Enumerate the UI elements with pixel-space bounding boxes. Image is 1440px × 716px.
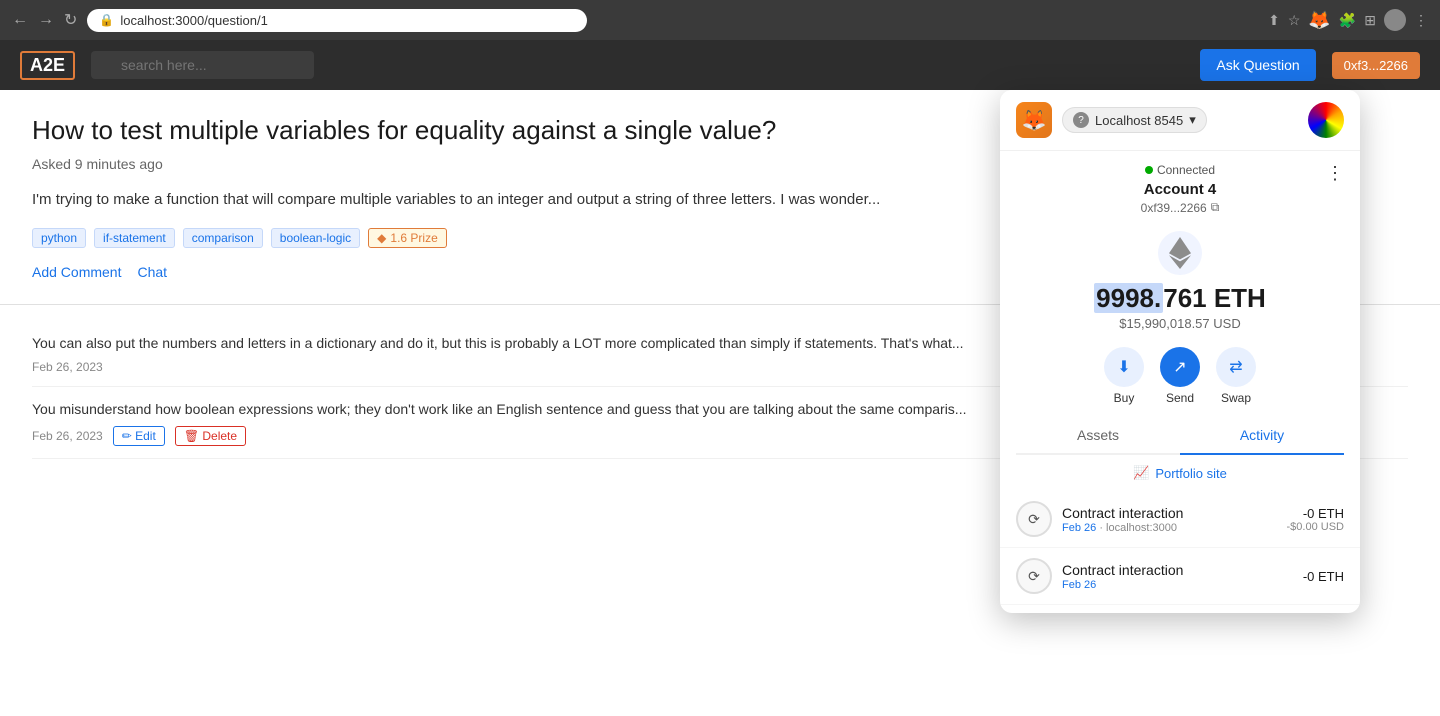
mm-account-addr: 0xf39...2266 ⧉ [1016, 200, 1344, 215]
mm-menu-button[interactable]: ⋮ [1326, 163, 1344, 184]
address-bar[interactable]: 🔒 localhost:3000/question/1 [87, 9, 587, 32]
app-logo[interactable]: A2E [20, 51, 75, 80]
answer-date-2: Feb 26, 2023 [32, 429, 103, 443]
app-container: A2E 🔍 Ask Question 0xf3...2266 How to te… [0, 40, 1440, 716]
mm-tx-list: ⟳ Contract interaction Feb 26 · localhos… [1000, 491, 1360, 613]
tx-date-1: Feb 26 [1062, 522, 1096, 534]
edit-button[interactable]: ✏ Edit [113, 426, 165, 446]
browser-chrome: ← → ↻ 🔒 localhost:3000/question/1 ⬆ ☆ 🦊 … [0, 0, 1440, 40]
lock-icon: 🔒 [99, 13, 114, 27]
tx-details-1: Contract interaction Feb 26 · localhost:… [1062, 505, 1277, 534]
tag-python[interactable]: python [32, 228, 86, 248]
tx-meta-2: Feb 26 [1062, 579, 1293, 591]
mm-balance: 9998.761 ETH $15,990,018.57 USD [1000, 283, 1360, 331]
tx-eth-2: -0 ETH [1303, 569, 1344, 584]
tab-assets[interactable]: Assets [1016, 417, 1180, 455]
tx-meta-1: Feb 26 · localhost:3000 [1062, 522, 1277, 534]
send-button[interactable]: ↗ Send [1160, 347, 1200, 405]
tx-amounts-2: -0 ETH [1303, 569, 1344, 584]
tag-booleanlogic[interactable]: boolean-logic [271, 228, 360, 248]
portfolio-chart-icon: 📈 [1133, 465, 1149, 481]
eth-highlight: 9998. [1094, 283, 1163, 313]
mm-actions: ⬇ Buy ↗ Send ⇄ Swap [1000, 335, 1360, 417]
swap-label: Swap [1221, 391, 1251, 405]
mm-account: Connected Account 4 0xf39...2266 ⧉ ⋮ [1000, 151, 1360, 223]
mm-usd-amount: $15,990,018.57 USD [1000, 316, 1360, 331]
chat-link[interactable]: Chat [137, 264, 167, 280]
copy-addr-icon[interactable]: ⧉ [1211, 200, 1220, 215]
swap-button[interactable]: ⇄ Swap [1216, 347, 1256, 405]
prize-amount: 1.6 Prize [390, 231, 437, 245]
send-icon: ↗ [1160, 347, 1200, 387]
back-button[interactable]: ← [12, 11, 28, 29]
mm-connected-label: Connected [1157, 163, 1215, 177]
puzzle-icon[interactable]: 🧩 [1339, 12, 1356, 29]
mm-tabs: Assets Activity [1016, 417, 1344, 455]
tx-name-2: Contract interaction [1062, 562, 1293, 578]
add-comment-link[interactable]: Add Comment [32, 264, 121, 280]
mm-network-name: Localhost 8545 [1095, 113, 1183, 128]
send-label: Send [1166, 391, 1194, 405]
tag-comparison[interactable]: comparison [183, 228, 263, 248]
tx-item-2[interactable]: ⟳ Contract interaction Feb 26 -0 ETH [1000, 548, 1360, 605]
tx-eth-1: -0 ETH [1287, 506, 1344, 521]
search-wrapper: 🔍 [91, 51, 691, 79]
mm-network-selector[interactable]: ? Localhost 8545 ▾ [1062, 107, 1207, 133]
prize-tag: ◆ 1.6 Prize [368, 228, 447, 248]
eth-decimal: 761 ETH [1163, 283, 1266, 313]
tx-usd-1: -$0.00 USD [1287, 521, 1344, 533]
buy-button[interactable]: ⬇ Buy [1104, 347, 1144, 405]
mm-header: 🦊 ? Localhost 8545 ▾ [1000, 90, 1360, 151]
buy-icon: ⬇ [1104, 347, 1144, 387]
tab-activity[interactable]: Activity [1180, 417, 1344, 455]
menu-icon[interactable]: ⋮ [1414, 12, 1428, 29]
profile-icon[interactable] [1384, 9, 1406, 31]
mm-connected-status: Connected [1016, 163, 1344, 177]
forward-button[interactable]: → [38, 11, 54, 29]
answer-date-1: Feb 26, 2023 [32, 360, 103, 374]
tx-date-2: Feb 26 [1062, 579, 1096, 591]
connected-dot [1145, 166, 1153, 174]
metamask-fox-icon[interactable]: 🦊 [1308, 10, 1330, 31]
ask-question-button[interactable]: Ask Question [1200, 49, 1315, 81]
tx-item-1[interactable]: ⟳ Contract interaction Feb 26 · localhos… [1000, 491, 1360, 548]
swap-icon: ⇄ [1216, 347, 1256, 387]
buy-label: Buy [1114, 391, 1135, 405]
mm-fox-logo: 🦊 [1016, 102, 1052, 138]
share-icon[interactable]: ⬆ [1268, 12, 1280, 29]
mm-dropdown-icon: ▾ [1189, 112, 1196, 128]
tx-icon-2: ⟳ [1016, 558, 1052, 594]
grid-icon[interactable]: ⊞ [1364, 12, 1376, 29]
tx-amounts-1: -0 ETH -$0.00 USD [1287, 506, 1344, 533]
portfolio-link[interactable]: 📈 Portfolio site [1000, 455, 1360, 491]
tx-details-2: Contract interaction Feb 26 [1062, 562, 1293, 591]
mm-account-name: Account 4 [1016, 181, 1344, 198]
wallet-button[interactable]: 0xf3...2266 [1332, 52, 1420, 79]
browser-actions: ⬆ ☆ 🦊 🧩 ⊞ ⋮ [1268, 9, 1428, 31]
url-text: localhost:3000/question/1 [120, 13, 267, 28]
tag-ifstatement[interactable]: if-statement [94, 228, 175, 248]
portfolio-link-label: Portfolio site [1155, 466, 1227, 481]
eth-icon: ◆ [377, 231, 386, 245]
reload-button[interactable]: ↻ [64, 10, 77, 30]
mm-color-wheel[interactable] [1308, 102, 1344, 138]
tx-icon-1: ⟳ [1016, 501, 1052, 537]
top-nav: A2E 🔍 Ask Question 0xf3...2266 [0, 40, 1440, 90]
delete-button[interactable]: 🗑 Delete [175, 426, 246, 446]
tx-name-1: Contract interaction [1062, 505, 1277, 521]
network-question-icon: ? [1073, 112, 1089, 128]
mm-eth-logo [1158, 231, 1202, 275]
star-icon[interactable]: ☆ [1288, 12, 1301, 29]
search-input[interactable] [91, 51, 314, 79]
mm-eth-amount: 9998.761 ETH [1000, 283, 1360, 314]
metamask-popup: 🦊 ? Localhost 8545 ▾ Connected Account 4… [1000, 90, 1360, 613]
